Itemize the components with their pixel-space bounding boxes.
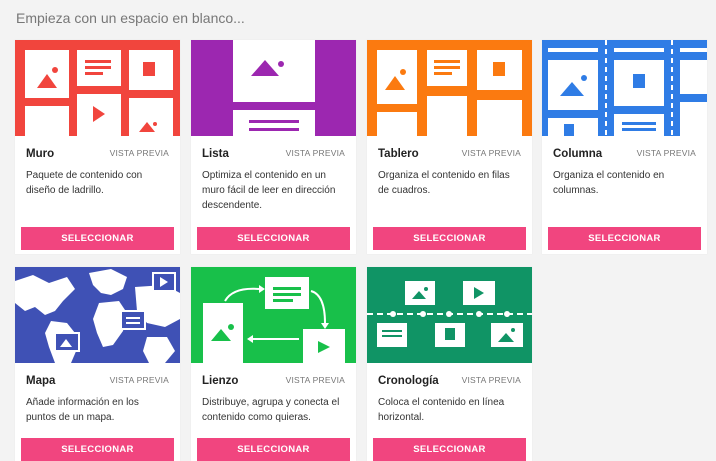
card-lista[interactable]: Lista VISTA PREVIA Optimiza el contenido…	[191, 40, 356, 254]
card-header: Lienzo VISTA PREVIA	[191, 363, 356, 387]
card-lienzo[interactable]: Lienzo VISTA PREVIA Distribuye, agrupa y…	[191, 267, 356, 461]
card-title: Tablero	[378, 148, 419, 160]
card-description: Organiza el contenido en filas de cuadro…	[378, 170, 510, 196]
card-title: Cronología	[378, 375, 439, 387]
preview-link[interactable]: VISTA PREVIA	[286, 148, 345, 160]
select-button[interactable]: SELECCIONAR	[197, 438, 350, 461]
tablero-thumbnail	[367, 40, 532, 136]
lienzo-thumbnail	[191, 267, 356, 363]
card-title: Muro	[26, 148, 55, 160]
card-header: Muro VISTA PREVIA	[15, 136, 180, 160]
lista-thumbnail	[191, 40, 356, 136]
select-button[interactable]: SELECCIONAR	[548, 227, 701, 250]
card-description: Paquete de contenido con diseño de ladri…	[26, 170, 143, 196]
card-header: Columna VISTA PREVIA	[542, 136, 707, 160]
muro-thumbnail	[15, 40, 180, 136]
select-button[interactable]: SELECCIONAR	[197, 227, 350, 250]
card-columna[interactable]: Columna VISTA PREVIA Organiza el conteni…	[542, 40, 707, 254]
select-button[interactable]: SELECCIONAR	[21, 227, 174, 250]
card-header: Lista VISTA PREVIA	[191, 136, 356, 160]
mapa-thumbnail	[15, 267, 180, 363]
preview-link[interactable]: VISTA PREVIA	[637, 148, 696, 160]
preview-link[interactable]: VISTA PREVIA	[286, 375, 345, 387]
preview-link[interactable]: VISTA PREVIA	[110, 148, 169, 160]
select-button[interactable]: SELECCIONAR	[21, 438, 174, 461]
select-button[interactable]: SELECCIONAR	[373, 438, 526, 461]
card-description: Optimiza el contenido en un muro fácil d…	[202, 170, 336, 211]
card-header: Tablero VISTA PREVIA	[367, 136, 532, 160]
select-button[interactable]: SELECCIONAR	[373, 227, 526, 250]
columna-thumbnail	[542, 40, 707, 136]
preview-link[interactable]: VISTA PREVIA	[110, 375, 169, 387]
card-title: Lienzo	[202, 375, 239, 387]
preview-link[interactable]: VISTA PREVIA	[462, 375, 521, 387]
page-heading: Empieza con un espacio en blanco...	[16, 10, 245, 26]
card-muro[interactable]: Muro VISTA PREVIA Paquete de contenido c…	[15, 40, 180, 254]
card-title: Lista	[202, 148, 229, 160]
card-cronologia[interactable]: Cronología VISTA PREVIA Coloca el conten…	[367, 267, 532, 461]
card-title: Columna	[553, 148, 603, 160]
preview-link[interactable]: VISTA PREVIA	[462, 148, 521, 160]
cronologia-thumbnail	[367, 267, 532, 363]
card-mapa[interactable]: Mapa VISTA PREVIA Añade información en l…	[15, 267, 180, 461]
card-description: Organiza el contenido en columnas.	[553, 170, 665, 196]
card-title: Mapa	[26, 375, 56, 387]
card-header: Mapa VISTA PREVIA	[15, 363, 180, 387]
card-header: Cronología VISTA PREVIA	[367, 363, 532, 387]
card-tablero[interactable]: Tablero VISTA PREVIA Organiza el conteni…	[367, 40, 532, 254]
